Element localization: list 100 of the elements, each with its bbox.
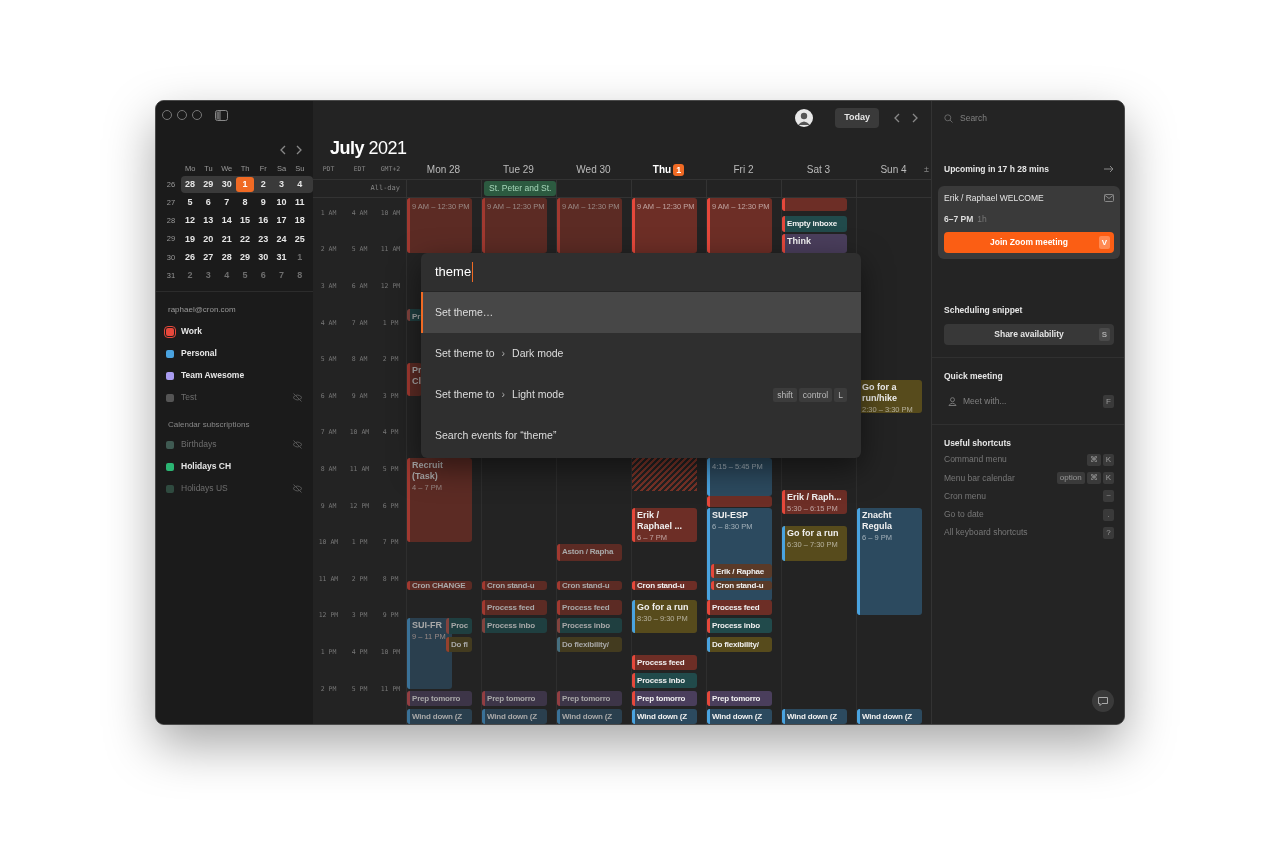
calendar-day[interactable]: 18 (290, 213, 309, 229)
event-block[interactable]: Prep tomorro (557, 690, 622, 706)
event-block[interactable]: Wind down (Z (482, 708, 547, 724)
chat-button[interactable] (1092, 690, 1114, 712)
meet-with-field[interactable]: Meet with... (963, 395, 1098, 408)
day-heading[interactable]: Mon 28 (426, 162, 461, 178)
command-item[interactable]: Set theme… (421, 292, 861, 333)
calendar-day[interactable]: 10 (272, 194, 291, 210)
event-block[interactable]: Process inbo (482, 617, 547, 633)
calendar-day[interactable]: 13 (199, 213, 218, 229)
day-heading[interactable]: Sun 4 (880, 162, 907, 178)
arrow-right-icon[interactable] (1104, 165, 1114, 173)
calendar-name[interactable]: Personal (181, 347, 303, 361)
calendar-day[interactable]: 23 (254, 231, 273, 247)
expand-icon[interactable]: ± (924, 163, 929, 177)
calendar-day[interactable]: 27 (199, 249, 218, 265)
calendar-day[interactable]: 3 (272, 176, 291, 192)
hidden-eye-icon[interactable] (292, 440, 303, 450)
calendar-color-swatch[interactable] (166, 393, 174, 402)
event-block[interactable]: Proc (446, 617, 472, 634)
calendar-color-swatch[interactable] (166, 440, 174, 449)
today-button[interactable]: Today (835, 107, 879, 128)
calendar-day[interactable]: 15 (235, 213, 255, 229)
calendar-name[interactable]: Holidays CH (181, 460, 303, 474)
hidden-eye-icon[interactable] (292, 393, 303, 403)
calendar-day[interactable]: 12 (180, 213, 200, 229)
event-block[interactable]: Prep tomorro (707, 690, 772, 706)
event-block[interactable]: Empty inboxe (782, 215, 847, 232)
command-item[interactable]: Set theme to › Dark mode (421, 333, 861, 374)
previous-week-icon[interactable] (893, 112, 901, 123)
calendar-day[interactable]: 5 (180, 194, 200, 210)
day-heading[interactable]: Tue 29 (503, 162, 534, 178)
calendar-day[interactable]: 29 (235, 249, 255, 265)
calendar-day[interactable]: 2 (254, 176, 273, 192)
calendar-day[interactable]: 29 (199, 176, 218, 192)
event-block[interactable]: Wind down (Z (857, 708, 922, 724)
event-block[interactable] (707, 495, 772, 507)
calendar-day[interactable]: 26 (180, 249, 200, 265)
calendar-day[interactable]: 21 (217, 231, 236, 247)
share-availability-button[interactable]: Share availability S (944, 323, 1114, 345)
calendar-name[interactable]: Team Awesome (181, 369, 303, 383)
calendar-day[interactable]: 28 (217, 249, 236, 265)
event-block[interactable]: Cron stand-u (482, 580, 547, 590)
event-block[interactable]: Cron stand-u (632, 580, 697, 590)
hidden-eye-icon[interactable] (292, 484, 303, 494)
calendar-color-swatch[interactable] (166, 327, 174, 336)
day-heading[interactable]: Sat 3 (806, 162, 831, 178)
event-block[interactable]: Process inbo (557, 617, 622, 633)
previous-month-icon[interactable] (279, 145, 287, 155)
calendar-color-swatch[interactable] (166, 371, 174, 380)
calendar-name[interactable]: Holidays US (181, 482, 292, 496)
calendar-day[interactable]: 31 (272, 249, 291, 265)
calendar-day[interactable]: 8 (235, 194, 255, 210)
day-heading[interactable]: Thu (652, 162, 672, 178)
calendar-name[interactable]: Birthdays (181, 438, 292, 452)
event-block[interactable]: Think (782, 233, 847, 253)
calendar-day[interactable]: 30 (254, 249, 273, 265)
event-block[interactable]: Do flexibility/ (557, 636, 622, 652)
event-block[interactable]: Do fl (446, 636, 472, 652)
event-block[interactable]: Process feed (632, 654, 697, 670)
event-block[interactable]: Cron CHANGE (407, 580, 472, 590)
event-block[interactable]: Aston / Rapha (557, 543, 622, 561)
event-block[interactable]: Wind down (Z (407, 708, 472, 724)
event-block[interactable]: Wind down (Z (782, 708, 847, 724)
next-week-icon[interactable] (911, 112, 919, 123)
next-month-icon[interactable] (295, 145, 303, 155)
calendar-day[interactable]: 7 (217, 194, 236, 210)
event-block[interactable]: Wind down (Z (707, 708, 772, 724)
event-block[interactable]: Wind down (Z (557, 708, 622, 724)
all-day-event[interactable]: St. Peter and St. (484, 180, 556, 196)
day-heading[interactable]: Fri 2 (733, 162, 754, 178)
avatar[interactable] (795, 108, 814, 127)
event-block[interactable]: Process feed (557, 599, 622, 615)
event-block[interactable]: Cron stand-u (711, 580, 772, 590)
calendar-color-swatch[interactable] (166, 349, 174, 358)
event-block[interactable]: Do flexibility/ (707, 636, 772, 652)
event-block[interactable]: Process feed (482, 599, 547, 615)
calendar-day[interactable]: 28 (180, 176, 200, 192)
event-block[interactable]: Prep tomorro (407, 690, 472, 706)
event-block[interactable]: Cron stand-u (557, 580, 622, 590)
calendar-color-swatch[interactable] (166, 484, 174, 493)
command-item[interactable]: Search events for “theme” (421, 415, 861, 456)
calendar-day[interactable]: 14 (217, 213, 236, 229)
calendar-day[interactable]: 24 (272, 231, 291, 247)
calendar-day[interactable]: 25 (290, 231, 309, 247)
calendar-day[interactable]: 30 (217, 176, 236, 192)
calendar-day[interactable]: 20 (199, 231, 218, 247)
event-block[interactable]: Prep tomorro (482, 690, 547, 706)
event-block[interactable]: Prep tomorro (632, 690, 697, 706)
sidebar-toggle-icon[interactable] (215, 109, 228, 121)
event-block[interactable]: Process inbo (632, 672, 697, 688)
calendar-color-swatch[interactable] (166, 462, 174, 471)
event-block[interactable]: Wind down (Z (632, 708, 697, 724)
calendar-day[interactable]: 22 (235, 231, 255, 247)
calendar-day[interactable]: 9 (254, 194, 273, 210)
calendar-day[interactable]: 4 (290, 176, 309, 192)
day-heading[interactable]: Wed 30 (576, 162, 611, 178)
calendar-day[interactable]: 6 (199, 194, 218, 210)
calendar-day[interactable]: 17 (272, 213, 291, 229)
search-field[interactable]: Search (960, 111, 1110, 125)
